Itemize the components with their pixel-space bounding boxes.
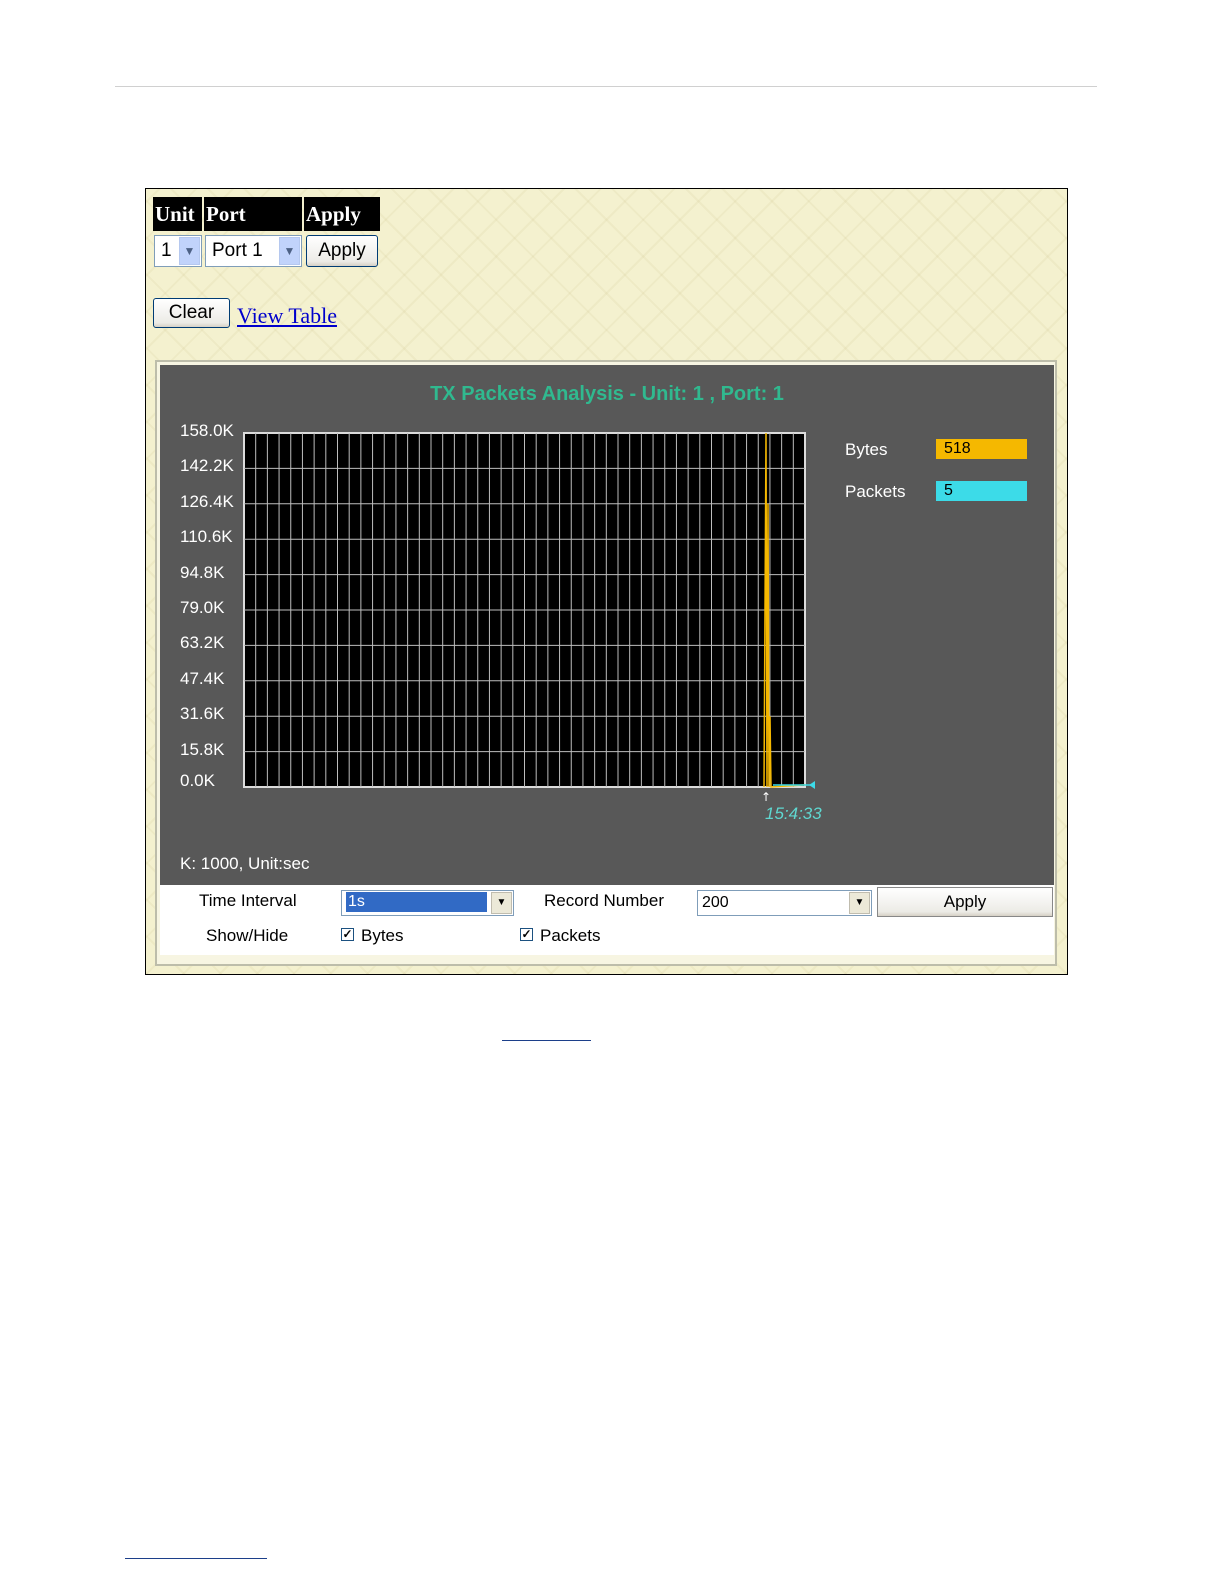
time-interval-select[interactable]: 1s ▼ (341, 890, 514, 916)
time-marker-arrow-icon: ↑ (761, 790, 771, 804)
bytes-checkbox-label: Bytes (361, 926, 404, 945)
port-select[interactable]: Port 1 ▼ (205, 235, 302, 267)
legend-value-bytes: 518 (936, 439, 1027, 459)
packets-checkbox-label: Packets (540, 926, 601, 945)
bytes-checkbox[interactable]: ✓ (341, 928, 354, 941)
chart-frame: TX Packets Analysis - Unit: 1 , Port: 1 … (155, 360, 1057, 966)
view-table-link[interactable]: View Table (237, 303, 337, 329)
port-header: Port (204, 197, 302, 231)
apply-unit-port-button[interactable]: Apply (306, 235, 378, 267)
apply-header: Apply (304, 197, 380, 231)
document-link-underline[interactable] (125, 1558, 267, 1559)
time-interval-value: 1s (346, 892, 487, 912)
chevron-down-icon[interactable]: ▼ (179, 237, 200, 265)
packets-checkbox[interactable]: ✓ (520, 928, 533, 941)
unit-select-value: 1 (161, 240, 172, 261)
record-number-select[interactable]: 200 ▼ (697, 890, 872, 916)
legend-label-bytes: Bytes (845, 440, 888, 459)
apply-chart-settings-button[interactable]: Apply (877, 887, 1053, 917)
show-hide-label: Show/Hide (206, 926, 289, 945)
series-end-marker-packets (809, 781, 815, 789)
line-chart: ↑ (243, 432, 815, 804)
time-interval-label: Time Interval (199, 891, 297, 910)
document-link-underline[interactable] (502, 1040, 591, 1041)
record-number-label: Record Number (544, 891, 664, 910)
unit-header: Unit (153, 197, 202, 231)
tx-packets-window: Unit Port Apply 1 ▼ Port 1 ▼ Apply Clear… (145, 188, 1068, 975)
time-axis-label: 15:4:33 (765, 804, 822, 823)
scale-note: K: 1000, Unit:sec (180, 854, 310, 873)
unit-select[interactable]: 1 ▼ (154, 235, 202, 267)
record-number-value: 200 (702, 894, 729, 911)
clear-button[interactable]: Clear (153, 298, 230, 328)
page-top-rule (115, 86, 1097, 87)
chevron-down-icon[interactable]: ▼ (849, 892, 870, 914)
legend-value-packets: 5 (936, 481, 1027, 501)
chart-panel: TX Packets Analysis - Unit: 1 , Port: 1 … (160, 365, 1054, 885)
chevron-down-icon[interactable]: ▼ (279, 237, 300, 265)
legend-label-packets: Packets (845, 482, 906, 501)
chart-controls: Time Interval 1s ▼ Record Number 200 ▼ A… (160, 885, 1054, 955)
port-select-value: Port 1 (212, 240, 263, 261)
chevron-down-icon[interactable]: ▼ (491, 892, 512, 914)
